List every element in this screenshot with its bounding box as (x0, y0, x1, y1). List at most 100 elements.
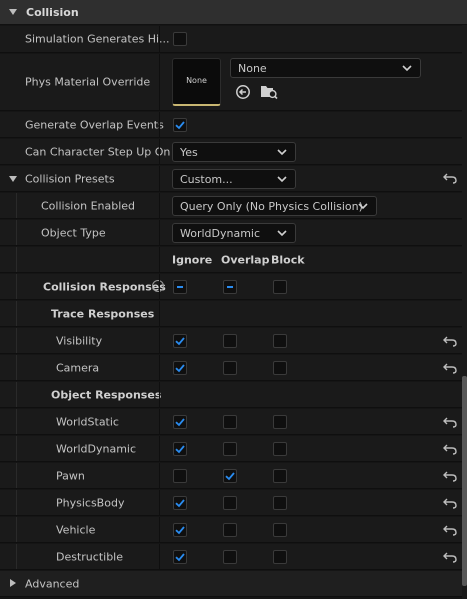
section-title: Collision (26, 5, 79, 19)
row-trace-header: Trace Responses (0, 301, 462, 327)
reset-arrow-icon[interactable] (443, 551, 457, 563)
reset-arrow-icon[interactable] (443, 362, 457, 374)
collision-enabled-dropdown[interactable]: Query Only (No Physics Collision) (172, 196, 377, 216)
use-selected-icon[interactable] (235, 84, 251, 100)
chevron-down-icon (277, 149, 287, 156)
response-row: Pawn (0, 463, 462, 489)
reset-arrow-icon[interactable] (443, 443, 457, 455)
ignore-all-checkbox[interactable] (173, 280, 187, 294)
row-object-type: Object Type WorldDynamic (0, 220, 462, 246)
ignore-checkbox[interactable] (173, 361, 187, 375)
checkmark-icon (175, 364, 185, 373)
block-checkbox[interactable] (273, 523, 287, 537)
collision-presets-dropdown[interactable]: Custom... (172, 169, 296, 189)
reset-arrow-icon[interactable] (443, 172, 457, 184)
scrollbar-thumb[interactable] (462, 376, 467, 586)
overlap-checkbox[interactable] (223, 523, 237, 537)
reset-arrow-icon[interactable] (443, 524, 457, 536)
column-overlap: Overlap (221, 253, 270, 266)
chevron-down-icon (358, 203, 368, 210)
chevron-down-icon (402, 65, 412, 72)
block-checkbox[interactable] (273, 550, 287, 564)
response-channel-label: Destructible (56, 550, 123, 563)
checkmark-icon (175, 121, 185, 130)
reset-arrow-icon[interactable] (443, 416, 457, 428)
block-checkbox[interactable] (273, 496, 287, 510)
advanced-label: Advanced (25, 577, 80, 590)
row-phys-material: Phys Material Override None None (0, 54, 462, 111)
row-collision-presets: Collision Presets Custom... (0, 166, 462, 192)
ignore-checkbox[interactable] (173, 523, 187, 537)
thumbnail-label: None (186, 76, 207, 85)
group-header: Object Responses (51, 388, 162, 401)
block-checkbox[interactable] (273, 334, 287, 348)
reset-arrow-icon[interactable] (443, 335, 457, 347)
checkmark-icon (175, 553, 185, 562)
response-row: Camera (0, 355, 462, 381)
step-up-dropdown[interactable]: Yes (172, 142, 296, 162)
ignore-checkbox[interactable] (173, 334, 187, 348)
ignore-checkbox[interactable] (173, 442, 187, 456)
expand-arrow-icon[interactable] (9, 176, 17, 182)
overlap-checkbox[interactable] (223, 469, 237, 483)
overlap-checkbox[interactable] (223, 442, 237, 456)
checkmark-icon (175, 445, 185, 454)
collapse-arrow-icon (9, 9, 17, 15)
checkmark-icon (175, 526, 185, 535)
property-label: Generate Overlap Events (25, 118, 164, 131)
block-checkbox[interactable] (273, 415, 287, 429)
browse-folder-icon[interactable] (260, 83, 278, 100)
checkmark-icon (175, 499, 185, 508)
property-label: Can Character Step Up On (25, 145, 171, 158)
property-label: Collision Enabled (41, 199, 136, 212)
overlap-checkbox[interactable] (223, 334, 237, 348)
dropdown-value: WorldDynamic (180, 226, 261, 240)
property-label: Collision Responses (43, 280, 166, 293)
ignore-checkbox[interactable] (173, 415, 187, 429)
response-channel-label: WorldStatic (56, 415, 119, 428)
checkmark-icon (175, 337, 185, 346)
property-label: Simulation Generates Hi... (25, 32, 170, 46)
overlap-checkbox[interactable] (223, 550, 237, 564)
collision-section-header[interactable]: Collision (0, 0, 467, 25)
response-channel-label: PhysicsBody (56, 496, 125, 509)
dropdown-value: None (238, 61, 267, 75)
overlap-all-checkbox[interactable] (223, 280, 237, 294)
response-channel-label: Visibility (56, 334, 103, 347)
block-checkbox[interactable] (273, 442, 287, 456)
response-channel-label: Pawn (56, 469, 85, 482)
material-thumbnail[interactable]: None (172, 58, 221, 106)
response-row: WorldDynamic (0, 436, 462, 462)
sim-generates-hit-checkbox[interactable] (173, 32, 187, 46)
row-generate-overlap: Generate Overlap Events (0, 112, 462, 138)
row-collision-responses: Collision Responses (0, 274, 462, 300)
overlap-checkbox[interactable] (223, 496, 237, 510)
response-channel-label: Vehicle (56, 523, 96, 536)
column-ignore: Ignore (172, 253, 213, 266)
response-row: Destructible (0, 544, 462, 570)
ignore-checkbox[interactable] (173, 550, 187, 564)
row-sim-generates-hit: Simulation Generates Hi... (0, 26, 462, 53)
block-checkbox[interactable] (273, 469, 287, 483)
row-collision-enabled: Collision Enabled Query Only (No Physics… (0, 193, 462, 219)
ignore-checkbox[interactable] (173, 496, 187, 510)
phys-material-dropdown[interactable]: None (230, 58, 421, 78)
response-row: WorldStatic (0, 409, 462, 435)
advanced-section-header[interactable]: Advanced (0, 571, 462, 597)
block-checkbox[interactable] (273, 361, 287, 375)
expand-arrow-icon (10, 579, 16, 587)
reset-arrow-icon[interactable] (443, 470, 457, 482)
group-header: Trace Responses (51, 307, 155, 320)
overlap-checkbox[interactable] (223, 361, 237, 375)
response-row: Visibility (0, 328, 462, 354)
generate-overlap-checkbox[interactable] (173, 118, 187, 132)
overlap-checkbox[interactable] (223, 415, 237, 429)
reset-arrow-icon[interactable] (443, 497, 457, 509)
property-label: Collision Presets (25, 172, 115, 185)
block-all-checkbox[interactable] (273, 280, 287, 294)
object-type-dropdown[interactable]: WorldDynamic (172, 223, 296, 243)
column-block: Block (271, 253, 305, 266)
row-object-header: Object Responses (0, 382, 462, 408)
indeterminate-icon (177, 286, 183, 288)
ignore-checkbox[interactable] (173, 469, 187, 483)
